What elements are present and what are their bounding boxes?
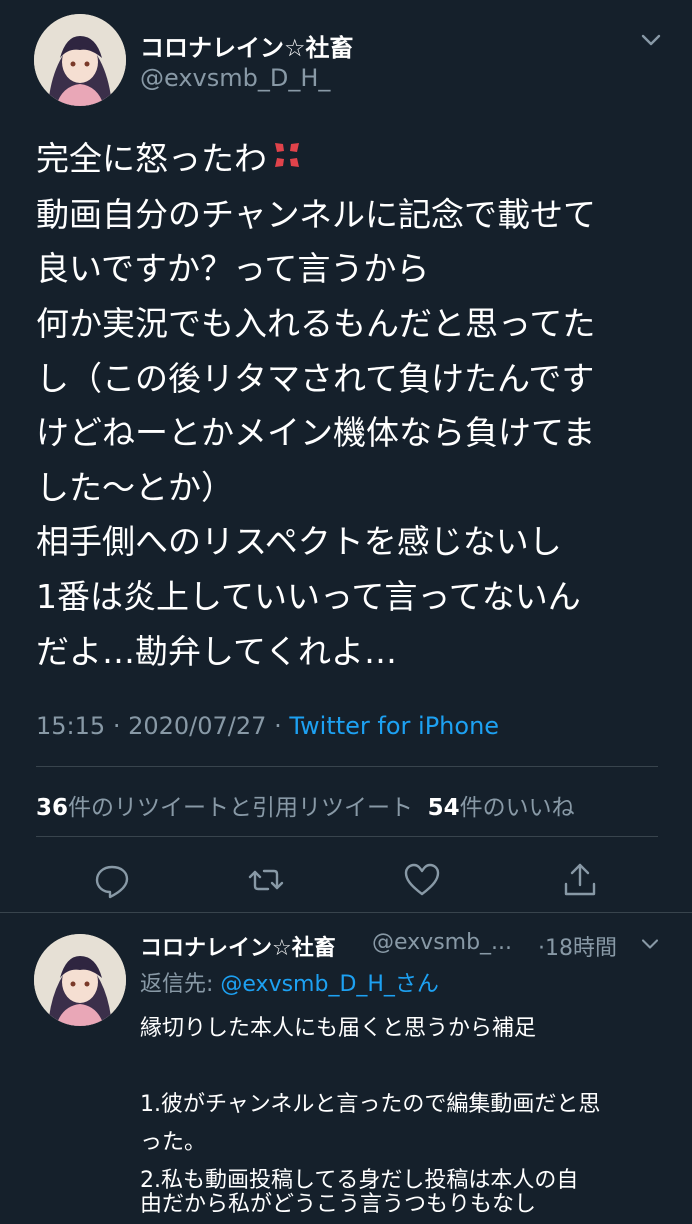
tweet-text-line: 1番は炎上していいって言ってないん bbox=[36, 576, 581, 616]
like-icon[interactable] bbox=[402, 860, 442, 900]
reply-text-line: った。 bbox=[140, 1130, 207, 1155]
retweet-icon[interactable] bbox=[246, 860, 286, 900]
reply-display-name[interactable]: コロナレイン☆社畜 bbox=[140, 930, 336, 962]
tweet-text-line: し（この後リタマされて負けたんです bbox=[36, 358, 595, 398]
tweet-time[interactable]: 15:15 bbox=[36, 712, 105, 740]
divider bbox=[36, 836, 658, 837]
reply-text-line: 由だから私がどうこう言うつもりもなし bbox=[140, 1192, 537, 1217]
divider bbox=[0, 912, 692, 913]
tweet-text-line: 良いですか？って言うから bbox=[36, 249, 430, 289]
anger-emoji-icon bbox=[271, 133, 303, 188]
user-handle[interactable]: @exvsmb_D_H_ bbox=[140, 64, 330, 92]
tweet-text-line: だよ…勘弁してくれよ… bbox=[36, 631, 398, 671]
meta-separator: · bbox=[274, 712, 282, 740]
tweet-text-line: けどねーとかメイン機体なら負けてま bbox=[36, 413, 596, 453]
retweet-count: 36 bbox=[36, 795, 69, 821]
reply-text-line: 1.彼がチャンネルと言ったので編集動画だと思 bbox=[140, 1092, 601, 1117]
tweet-text-line: 何か実況でも入れるもんだと思ってた bbox=[36, 303, 596, 343]
replying-to-prefix: 返信先: bbox=[140, 972, 221, 997]
divider bbox=[36, 766, 658, 767]
avatar[interactable] bbox=[34, 14, 126, 106]
reply-text-line: 縁切りした本人にも届くと思うから補足 bbox=[140, 1016, 537, 1041]
tweet-text: 完全に怒ったわ 動画自分のチャンネルに記念で載せて 良いですか？って言うから 何… bbox=[36, 132, 666, 679]
like-stat-label: 件のいいね bbox=[459, 795, 575, 821]
replying-to: 返信先: @exvsmb_D_H_さん bbox=[140, 966, 439, 1004]
reply-icon[interactable] bbox=[92, 860, 132, 900]
tweet-text-line: 動画自分のチャンネルに記念で載せて bbox=[36, 194, 597, 234]
tweet-text-line: 相手側へのリスペクトを感じないし bbox=[36, 522, 562, 562]
reply-time-ago[interactable]: ·18時間 bbox=[538, 930, 617, 962]
tweet-date[interactable]: 2020/07/27 bbox=[128, 712, 266, 740]
action-bar bbox=[0, 860, 692, 900]
retweet-stat[interactable]: 36件のリツイートと引用リツイート bbox=[36, 795, 413, 821]
like-stat[interactable]: 54件のいいね bbox=[428, 795, 575, 821]
share-icon[interactable] bbox=[560, 860, 600, 900]
chevron-down-icon[interactable] bbox=[640, 936, 660, 955]
retweet-stat-label: 件のリツイートと引用リツイート bbox=[68, 795, 414, 821]
replying-to-handle-link[interactable]: @exvsmb_D_H_さん bbox=[220, 972, 439, 997]
engagement-stats: 36件のリツイートと引用リツイート 54件のいいね bbox=[36, 788, 575, 822]
display-name[interactable]: コロナレイン☆社畜 bbox=[140, 28, 354, 63]
chevron-down-icon[interactable] bbox=[640, 32, 662, 52]
tweet-text-line: した〜とか） bbox=[36, 467, 234, 507]
reply-user-handle[interactable]: @exvsmb_... bbox=[372, 930, 512, 955]
avatar[interactable] bbox=[34, 934, 126, 1026]
meta-separator: · bbox=[112, 712, 121, 740]
tweet-meta: 15:15 · 2020/07/27 · Twitter for iPhone bbox=[36, 712, 499, 740]
like-count: 54 bbox=[427, 795, 460, 821]
tweet-text-line: 完全に怒ったわ bbox=[36, 132, 666, 188]
tweet-source-link[interactable]: Twitter for iPhone bbox=[289, 712, 499, 740]
